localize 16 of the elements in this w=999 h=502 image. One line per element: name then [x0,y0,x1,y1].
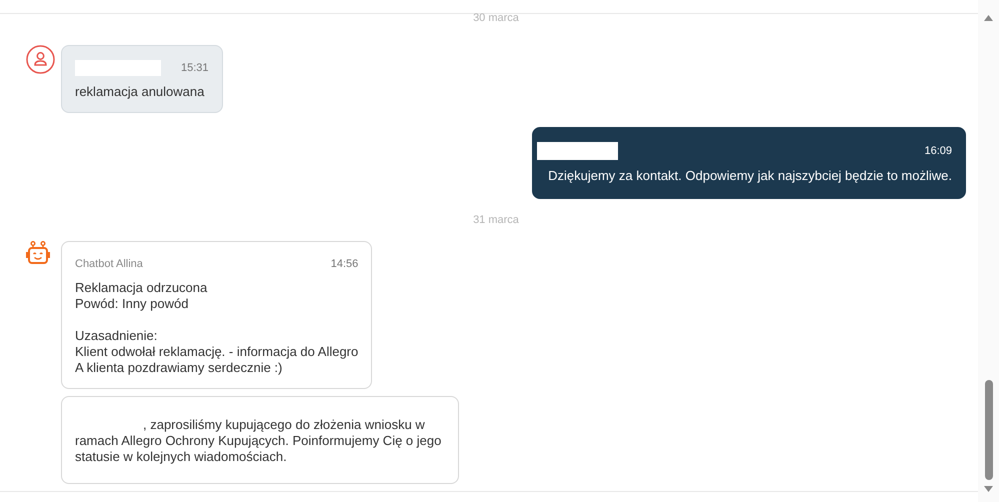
message-text: reklamacja anulowana [75,84,206,100]
scrollbar[interactable] [978,0,999,502]
message-text: Dziękujemy za kontakt. Odpowiemy jak najszybciej będzie to możliwe. [547,168,952,184]
user-icon [26,45,55,74]
sender-name: Chatbot Allina [75,257,143,272]
date-separator: 30 marca [473,14,519,22]
message-text: , zaprosiliśmy kupującego do złożenia wniosku w ramach Allegro Ochrony Kupujących. Poinformujemy Cię o jego statusie w kolejnych wiadomościach. [75,416,442,466]
message-time: 16:09 [924,144,952,159]
message-time: 14:56 [330,257,358,272]
scroll-down-icon[interactable] [984,486,993,492]
message-time: 15:31 [181,61,209,76]
scroll-up-icon[interactable] [984,15,993,21]
date-separator: 31 marca [473,213,519,227]
message-text: Reklamacja odrzucona Powód: Inny powód Uzasadnienie: Klient odwołał reklamację. - informacja do Allegro A klienta pozdrawiamy serdecznie :) [75,280,358,376]
robot-icon [26,241,50,265]
scroll-thumb[interactable] [984,380,992,480]
